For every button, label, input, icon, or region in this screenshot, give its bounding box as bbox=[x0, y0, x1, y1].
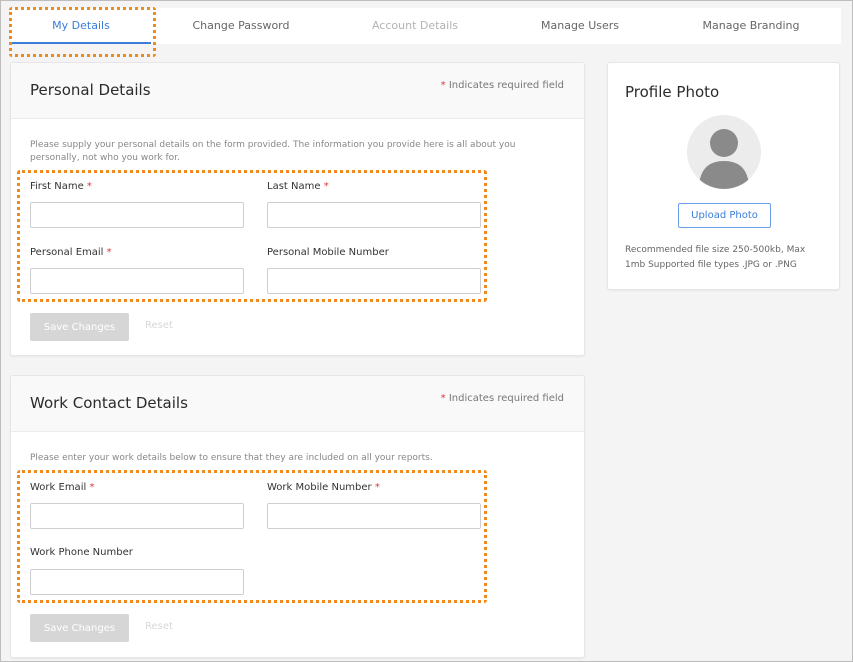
last-name-input[interactable] bbox=[267, 202, 481, 228]
avatar bbox=[687, 115, 761, 189]
tab-my-details[interactable]: My Details bbox=[10, 8, 152, 44]
tab-account-details: Account Details bbox=[344, 8, 486, 44]
required-asterisk: * bbox=[323, 181, 329, 192]
profile-photo-card: Profile Photo Upload Photo Recommended f… bbox=[607, 62, 840, 290]
tab-manage-branding[interactable]: Manage Branding bbox=[680, 8, 822, 44]
work-email-input[interactable] bbox=[30, 503, 244, 529]
required-asterisk: * bbox=[89, 482, 95, 493]
tab-label: My Details bbox=[52, 19, 110, 32]
required-note-text: Indicates required field bbox=[445, 393, 564, 404]
work-mobile-label: Work Mobile Number * bbox=[267, 482, 380, 493]
intro-text: Please supply your personal details on t… bbox=[30, 140, 516, 163]
personal-details-card: Personal Details * Indicates required fi… bbox=[10, 62, 585, 356]
personal-mobile-input[interactable] bbox=[267, 268, 481, 294]
first-name-input[interactable] bbox=[30, 202, 244, 228]
tab-label: Change Password bbox=[192, 19, 290, 32]
required-field-note: * Indicates required field bbox=[441, 393, 564, 404]
card-title: Personal Details bbox=[30, 81, 151, 99]
work-email-label: Work Email * bbox=[30, 482, 94, 493]
label-text: Personal Email bbox=[30, 247, 104, 258]
work-contact-card: Work Contact Details * Indicates require… bbox=[10, 375, 585, 658]
work-phone-input[interactable] bbox=[30, 569, 244, 595]
work-mobile-input[interactable] bbox=[267, 503, 481, 529]
upload-photo-button[interactable]: Upload Photo bbox=[678, 203, 771, 228]
label-text: Work Mobile Number bbox=[267, 482, 372, 493]
reset-button[interactable]: Reset bbox=[145, 320, 173, 331]
tab-label: Manage Branding bbox=[702, 19, 800, 32]
card-title: Work Contact Details bbox=[30, 394, 188, 412]
required-asterisk: * bbox=[106, 247, 112, 258]
file-requirements-note: Recommended file size 250-500kb, Max 1mb… bbox=[625, 245, 806, 270]
reset-button[interactable]: Reset bbox=[145, 621, 173, 632]
save-changes-button[interactable]: Save Changes bbox=[30, 313, 129, 341]
label-text: Last Name bbox=[267, 181, 321, 192]
last-name-label: Last Name * bbox=[267, 181, 329, 192]
personal-mobile-label: Personal Mobile Number bbox=[267, 247, 389, 258]
tab-manage-users[interactable]: Manage Users bbox=[509, 8, 651, 44]
tab-change-password[interactable]: Change Password bbox=[170, 8, 312, 44]
user-silhouette-icon bbox=[699, 129, 749, 189]
personal-email-label: Personal Email * bbox=[30, 247, 112, 258]
intro-text: Please enter your work details below to … bbox=[30, 453, 433, 463]
personal-email-input[interactable] bbox=[30, 268, 244, 294]
active-tab-underline bbox=[11, 42, 151, 44]
label-text: First Name bbox=[30, 181, 84, 192]
tab-bar: My Details Change Password Account Detai… bbox=[10, 8, 841, 44]
label-text: Work Email bbox=[30, 482, 87, 493]
first-name-label: First Name * bbox=[30, 181, 92, 192]
save-changes-button[interactable]: Save Changes bbox=[30, 614, 129, 642]
tab-label: Manage Users bbox=[541, 19, 619, 32]
tab-label: Account Details bbox=[371, 19, 459, 32]
work-phone-label: Work Phone Number bbox=[30, 547, 133, 558]
card-title: Profile Photo bbox=[625, 83, 720, 101]
required-note-text: Indicates required field bbox=[445, 80, 564, 91]
required-asterisk: * bbox=[374, 482, 380, 493]
required-asterisk: * bbox=[86, 181, 92, 192]
required-field-note: * Indicates required field bbox=[441, 80, 564, 91]
